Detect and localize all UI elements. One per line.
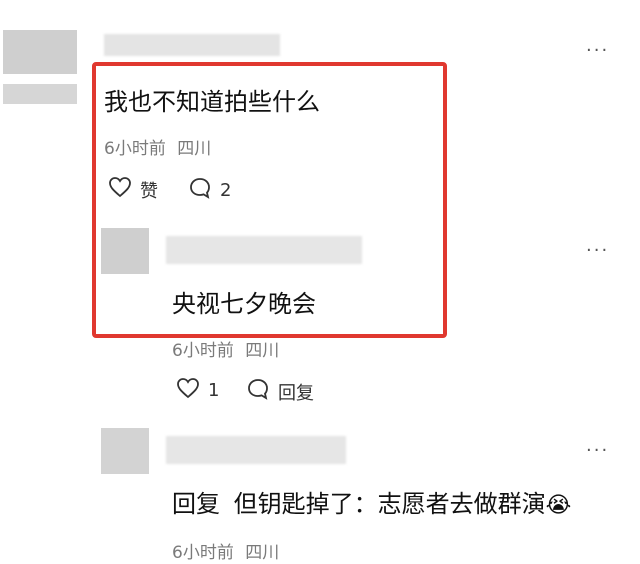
reply-more-options-icon[interactable]: ··· — [586, 440, 609, 461]
comment-bubble-icon — [246, 377, 270, 406]
reply-time: 6小时前 — [172, 543, 234, 563]
more-options-icon[interactable]: ··· — [586, 40, 609, 61]
reply-like-button[interactable]: 1 — [176, 377, 219, 404]
reply-like-count: 1 — [208, 380, 220, 401]
crying-emoji-icon: 😭 — [545, 493, 572, 518]
reply-username-placeholder[interactable] — [166, 436, 346, 464]
reply-location: 四川 — [245, 341, 280, 361]
reply-meta: 6小时前 四川 — [172, 336, 279, 361]
reply-avatar[interactable] — [101, 428, 149, 474]
reply-time: 6小时前 — [172, 341, 234, 361]
reply-button[interactable]: 回复 — [246, 377, 314, 406]
reply-more-options-icon[interactable]: ··· — [586, 240, 609, 261]
username-placeholder[interactable] — [104, 34, 280, 56]
reply-meta: 6小时前 四川 — [172, 538, 279, 563]
reply-prefix: 回复 — [172, 490, 220, 518]
avatar[interactable] — [3, 30, 77, 74]
reply-to-name[interactable]: 但钥匙掉了 — [234, 490, 354, 518]
reply-label: 回复 — [278, 382, 314, 404]
reply-body: ：志愿者去做群演 — [353, 490, 546, 518]
avatar-caption — [3, 84, 77, 104]
reply-location: 四川 — [245, 543, 280, 563]
heart-icon — [176, 377, 200, 404]
highlight-box — [92, 62, 447, 338]
reply-text: 回复 但钥匙掉了：志愿者去做群演😭 — [172, 484, 571, 519]
